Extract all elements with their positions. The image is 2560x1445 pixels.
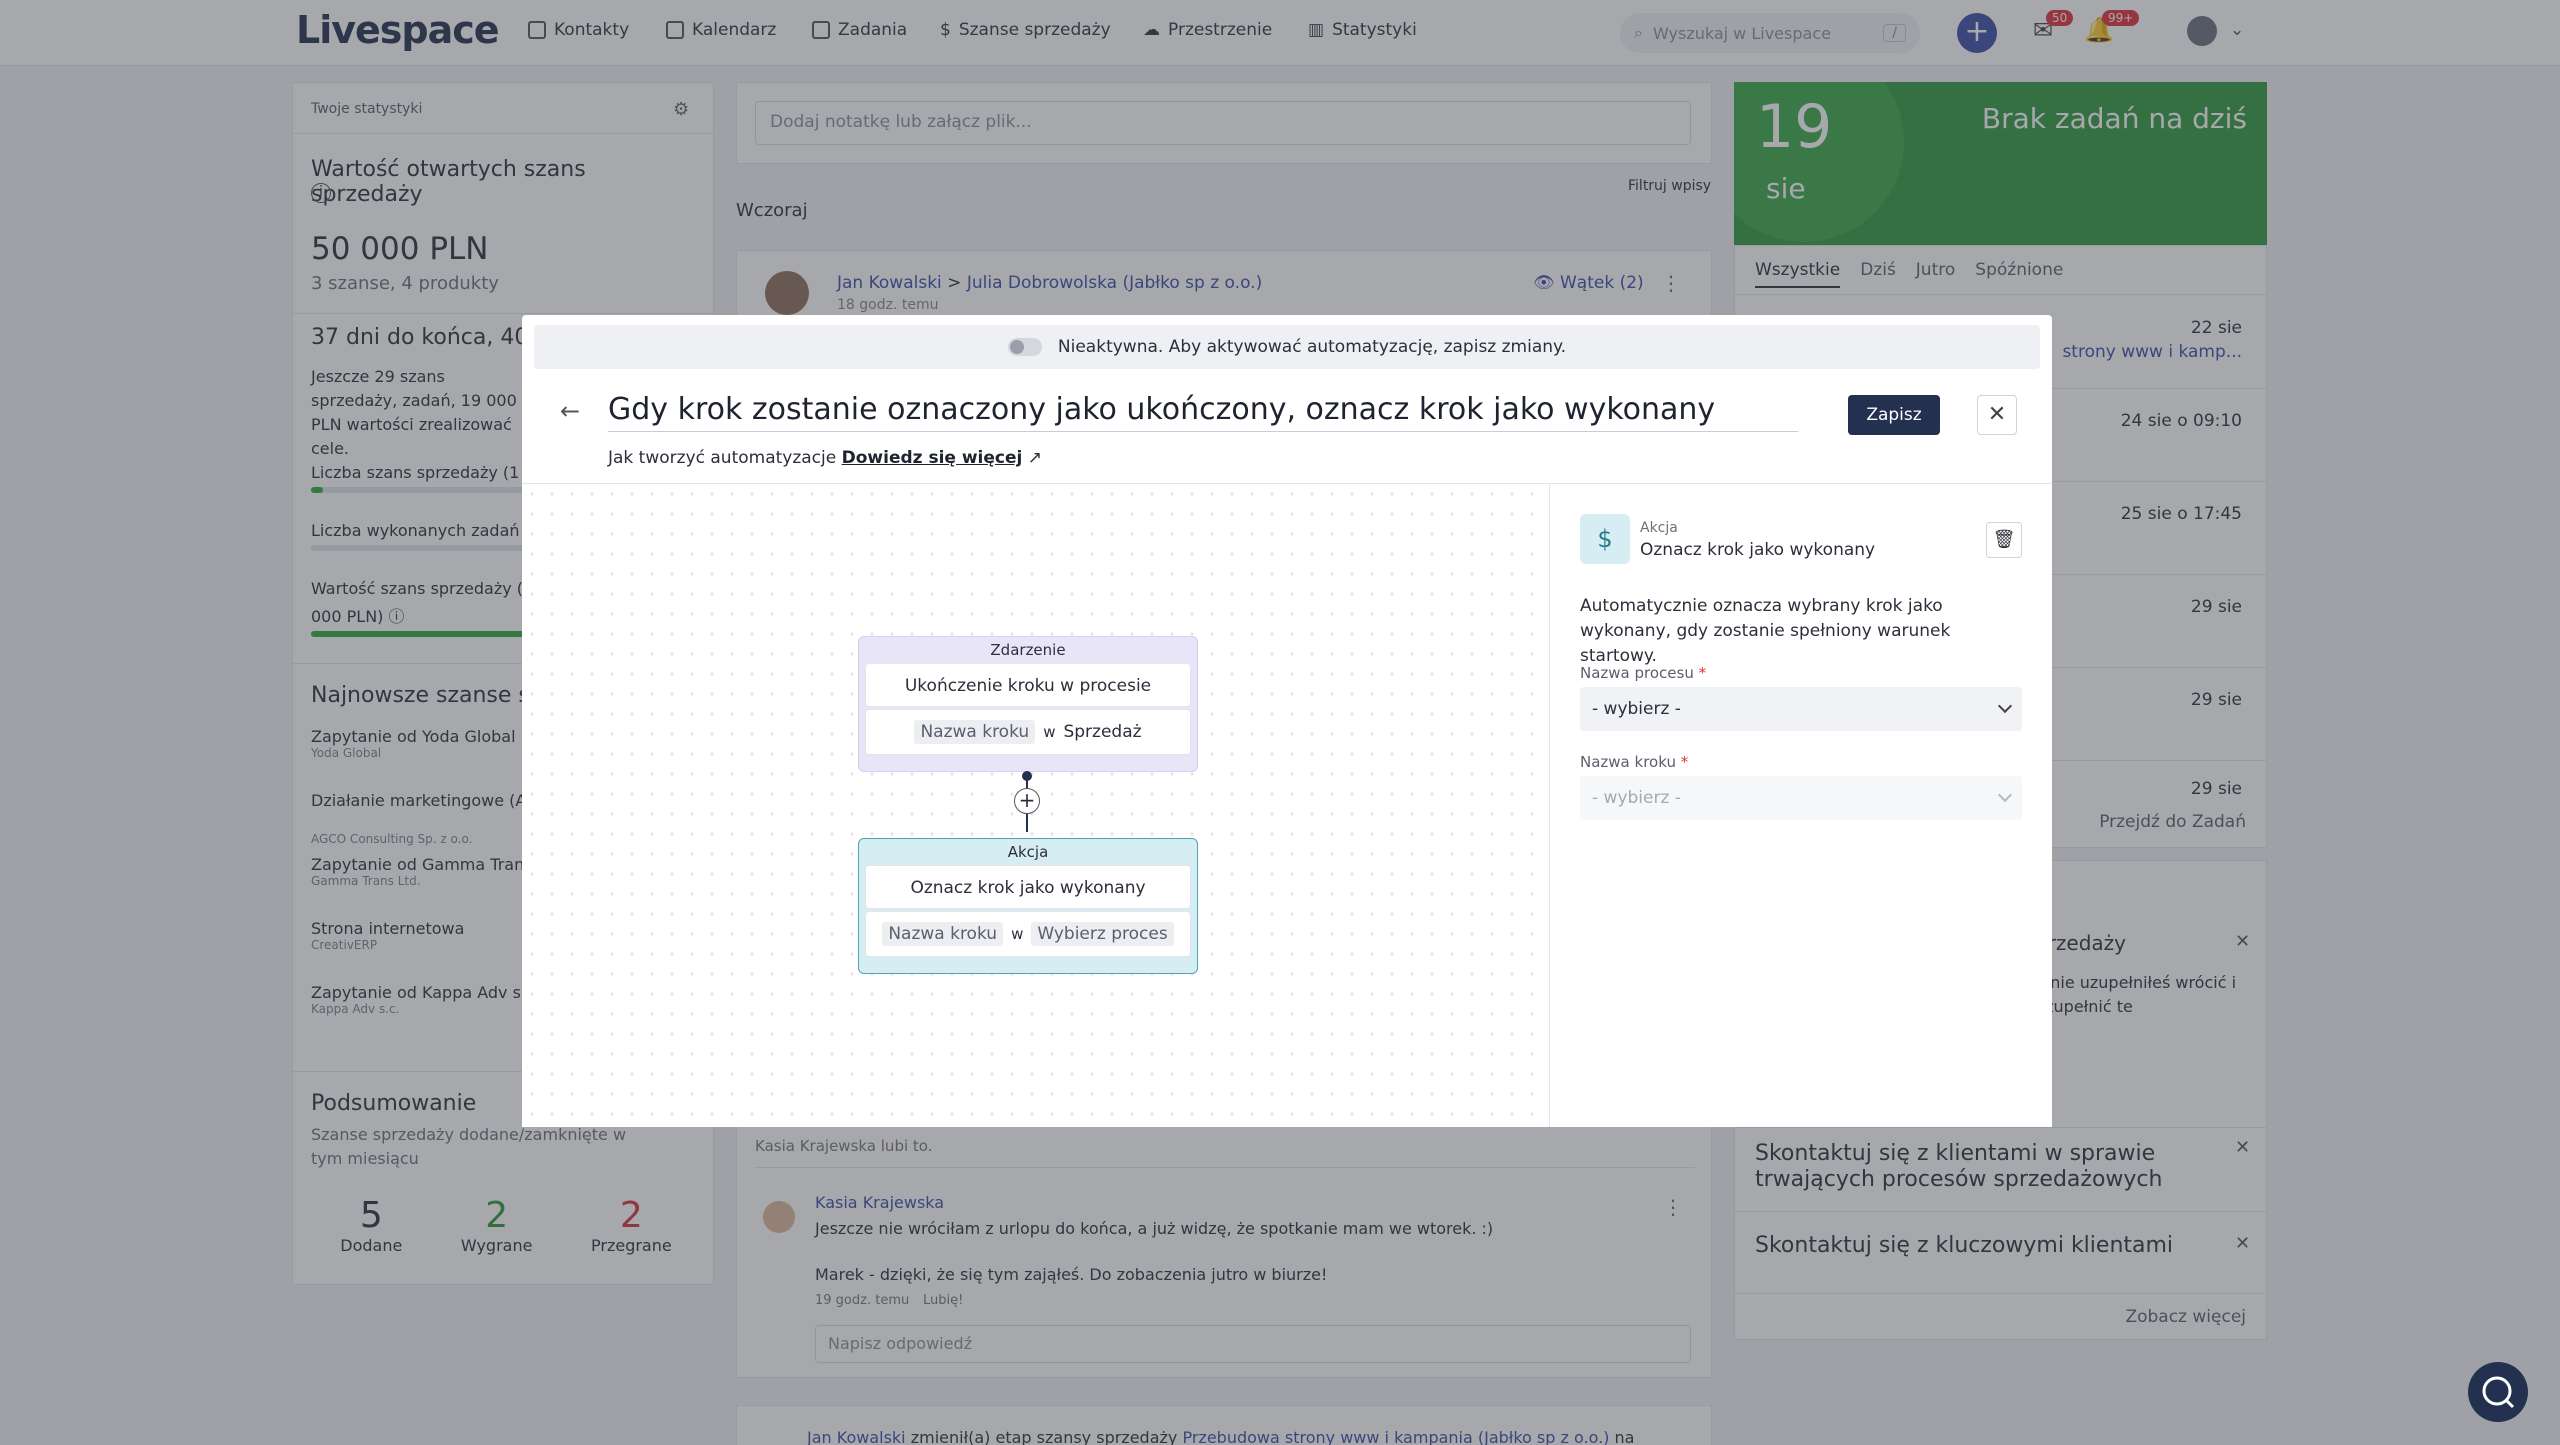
action-description: Automatycznie oznacza wybrany krok jako …	[1580, 596, 1951, 666]
save-button[interactable]: Zapisz	[1848, 395, 1940, 435]
required-marker: *	[1698, 664, 1707, 682]
event-params: Nazwa kroku w Sprzedaż	[865, 709, 1191, 755]
step-label: Nazwa kroku *	[1580, 753, 1689, 771]
dollar-icon: $	[1580, 514, 1630, 564]
node-type-label: Zdarzenie	[990, 641, 1066, 659]
process-label: Nazwa procesu *	[1580, 664, 1707, 682]
panel-action-name: Oznacz krok jako wykonany	[1640, 540, 1876, 560]
step-select[interactable]: - wybierz -	[1580, 776, 2022, 820]
delete-button[interactable]: 🗑	[1986, 522, 2022, 558]
add-step-button[interactable]: +	[1014, 788, 1040, 814]
node-type-label: Akcja	[1007, 843, 1049, 861]
trash-icon: 🗑	[1992, 529, 2016, 550]
param-chip[interactable]: Nazwa kroku	[914, 720, 1036, 744]
chevron-down-icon	[1997, 787, 2013, 803]
activation-toggle[interactable]	[1007, 338, 1042, 356]
automation-modal: Nieaktywna. Aby aktywować automatyzację,…	[522, 315, 2052, 1127]
howto-text: Jak tworzyć automatyzacje Dowiedz się wi…	[608, 448, 1043, 468]
chat-icon	[2482, 1376, 2515, 1409]
chevron-down-icon	[1997, 698, 2013, 714]
flow-canvas[interactable]: Zdarzenie Ukończenie kroku w procesie Na…	[522, 483, 1549, 1127]
inactive-banner: Nieaktywna. Aby aktywować automatyzację,…	[534, 325, 2040, 369]
param-chip[interactable]: Wybierz proces	[1031, 922, 1174, 946]
close-button[interactable]: ✕	[1977, 395, 2017, 435]
param-chip[interactable]: Nazwa kroku	[882, 922, 1004, 946]
external-link-icon[interactable]: ↗	[1028, 448, 1042, 468]
event-node[interactable]: Zdarzenie Ukończenie kroku w procesie Na…	[858, 636, 1198, 772]
panel-kind: Akcja	[1640, 520, 1678, 536]
chat-button[interactable]	[2468, 1362, 2528, 1422]
action-params: Nazwa kroku w Wybierz proces	[865, 911, 1191, 957]
action-settings-panel: $ Akcja Oznacz krok jako wykonany 🗑 Auto…	[1549, 483, 2052, 1127]
back-arrow-icon[interactable]: ←	[560, 397, 580, 425]
connector-dot	[1022, 771, 1032, 781]
action-name: Oznacz krok jako wykonany	[865, 865, 1191, 909]
learn-more-link[interactable]: Dowiedz się więcej	[842, 448, 1023, 468]
process-select[interactable]: - wybierz -	[1580, 687, 2022, 731]
param-value[interactable]: Sprzedaż	[1063, 722, 1141, 742]
close-icon: ✕	[1987, 402, 2007, 427]
required-marker: *	[1680, 753, 1689, 771]
event-name: Ukończenie kroku w procesie	[865, 663, 1191, 707]
automation-title-input[interactable]: Gdy krok zostanie oznaczony jako ukończo…	[608, 392, 1798, 432]
action-node[interactable]: Akcja Oznacz krok jako wykonany Nazwa kr…	[858, 838, 1198, 974]
